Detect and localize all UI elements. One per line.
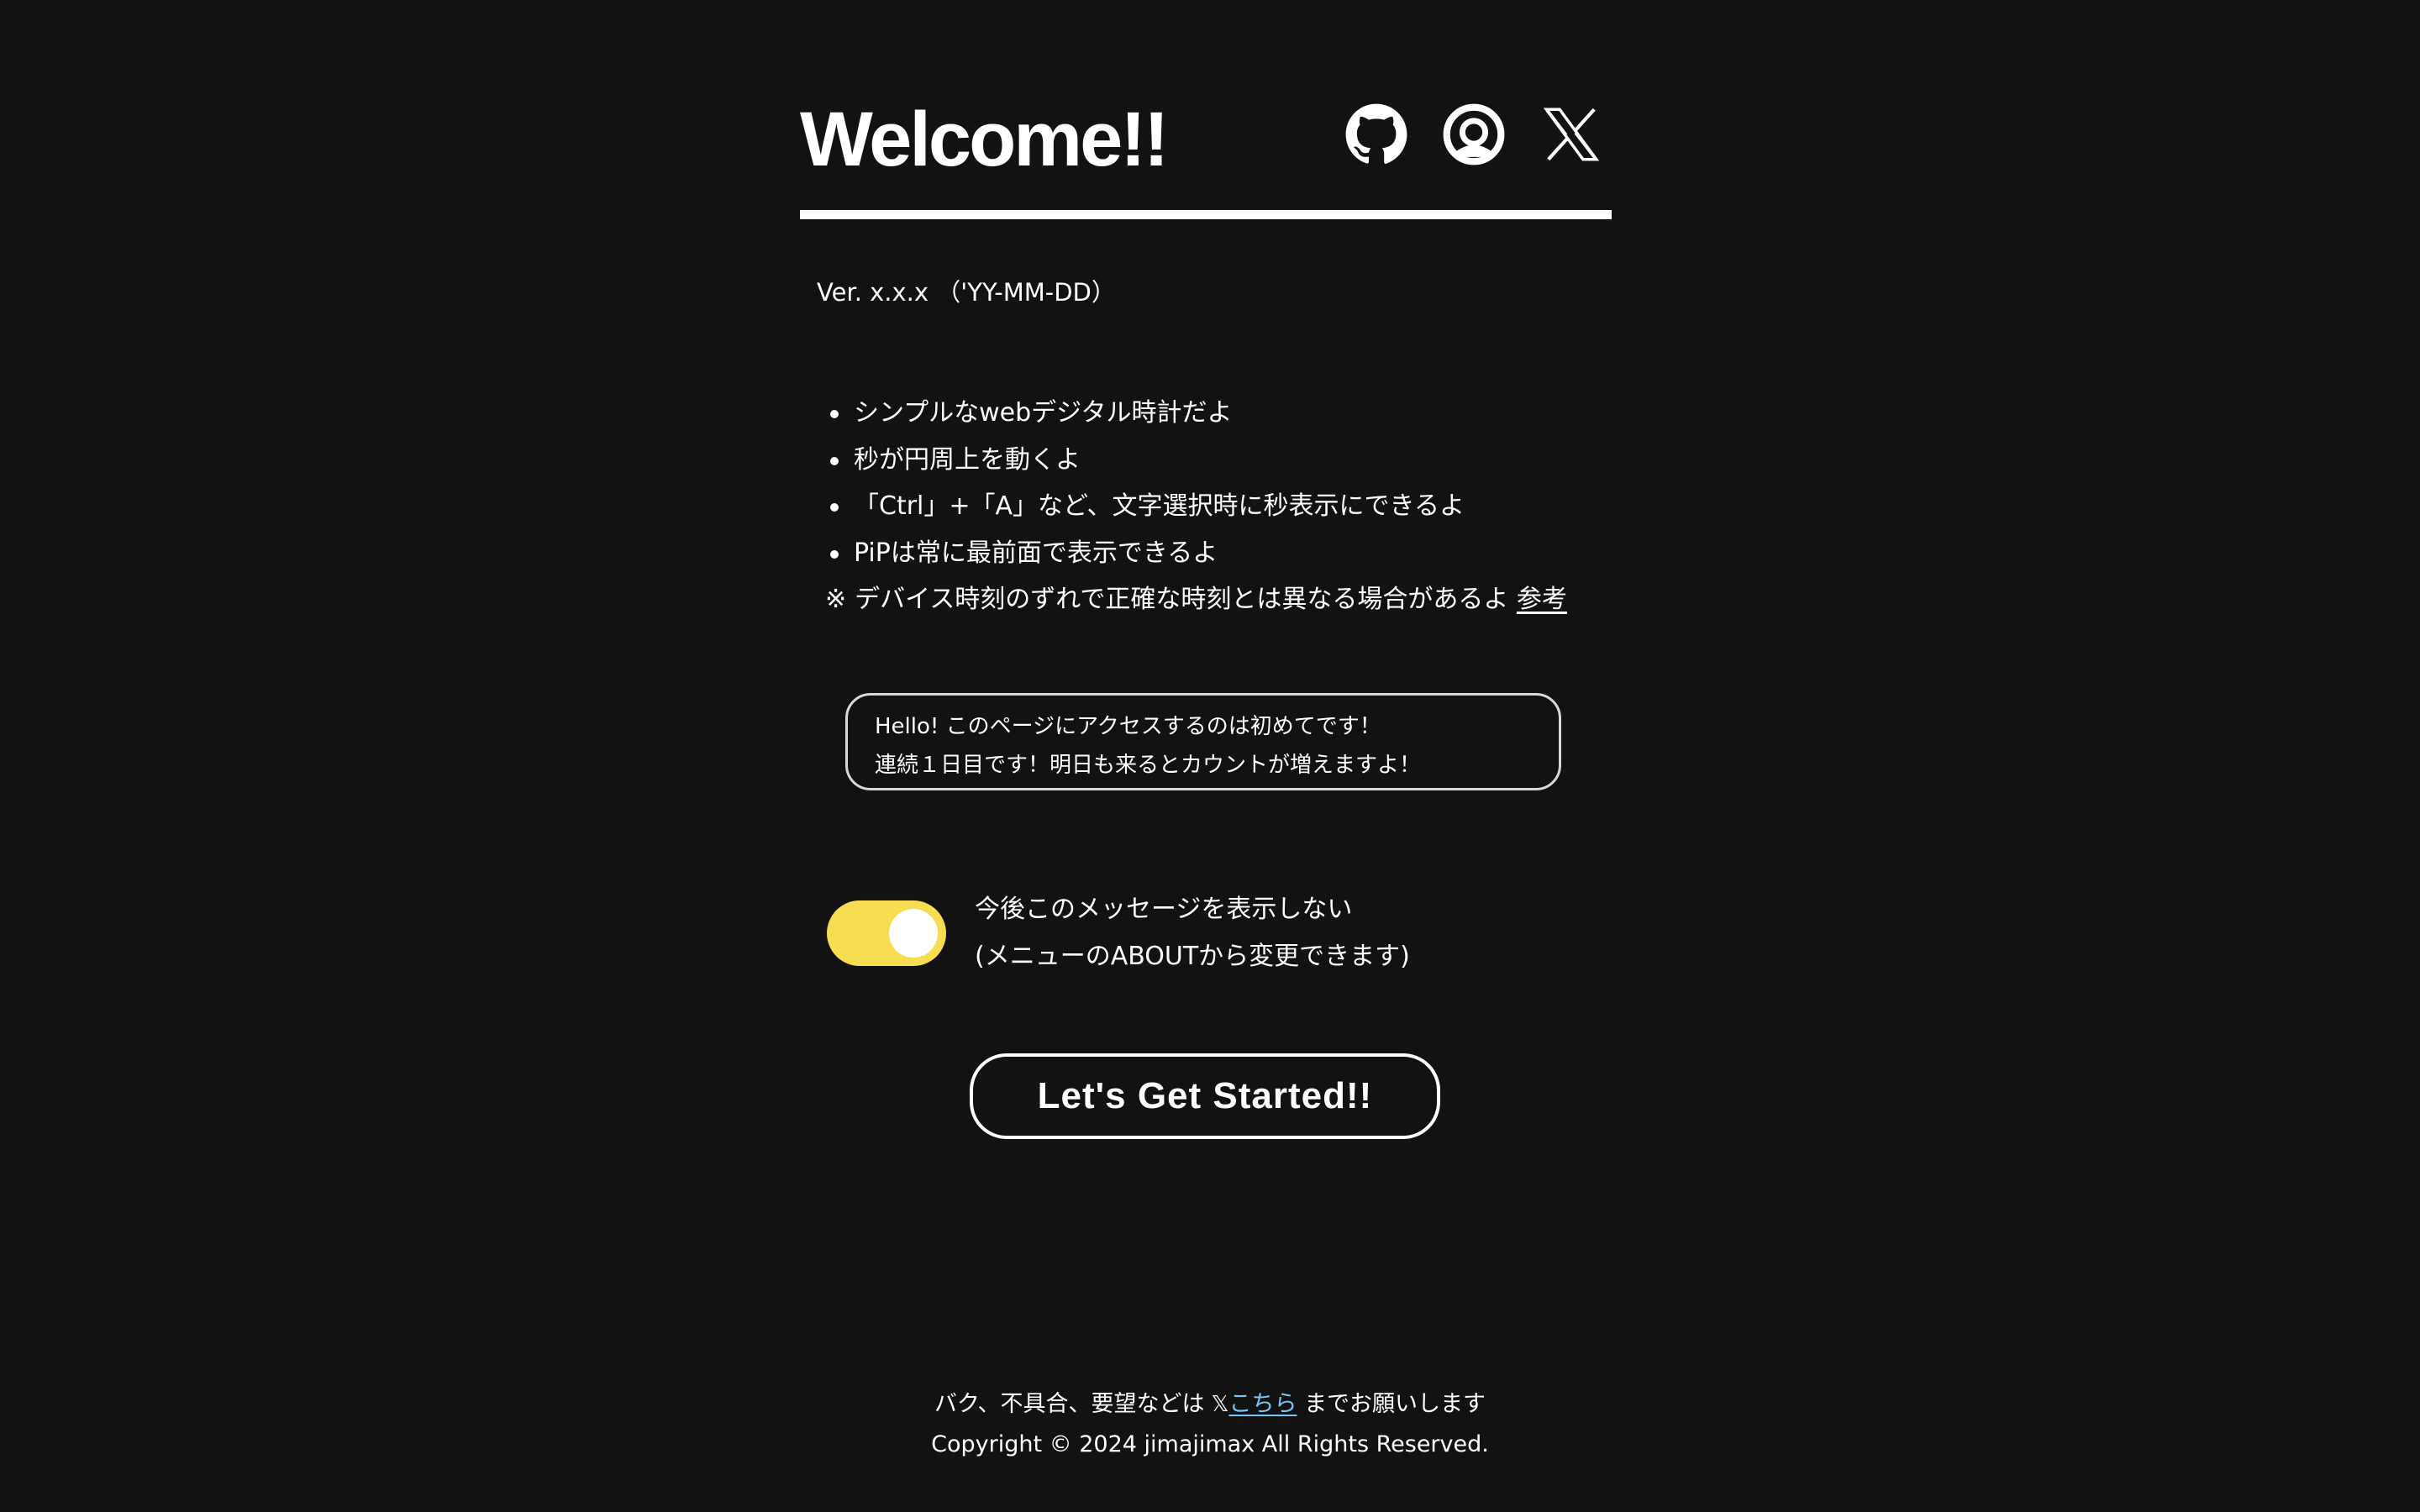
list-item: 秒が円周上を動くよ: [825, 437, 1567, 484]
contact-line: バク、不具合、要望などは 𝕏こちら までお願いします: [0, 1384, 2420, 1425]
github-icon[interactable]: [1344, 102, 1408, 166]
header: Welcome!!: [800, 84, 1612, 220]
list-item: PiPは常に最前面で表示できるよ: [825, 530, 1567, 577]
contact-suffix: までお願いします: [1304, 1391, 1486, 1417]
reference-link[interactable]: 参考: [1517, 585, 1567, 614]
greeting-line-2: 連続１日目です！明日も来るとカウントが増えますよ！: [875, 753, 1422, 778]
x-icon[interactable]: [1539, 102, 1603, 166]
version-text: Ver. x.x.x （'YY-MM-DD）: [817, 278, 1116, 307]
header-divider: [800, 210, 1612, 219]
toggle-knob: [889, 909, 938, 958]
hide-message-toggle[interactable]: [827, 900, 946, 966]
greeting-line-1: Hello! このページにアクセスするのは初めてです！: [875, 714, 1381, 739]
greeting-message: Hello! このページにアクセスするのは初めてです！ 連続１日目です！明日も来…: [845, 693, 1561, 790]
contact-prefix: バク、不具合、要望などは: [934, 1391, 1205, 1417]
toggle-label-line-1: 今後このメッセージを表示しない: [975, 895, 1353, 924]
toggle-label-line-2: (メニューのABOUTから変更できます): [975, 942, 1410, 971]
copyright: Copyright © 2024 jimajimax All Rights Re…: [931, 1431, 1489, 1457]
welcome-page: Welcome!! Ver. x.x.x （'YY-MM-DD） シンプルなwe…: [0, 0, 2420, 1512]
social-links: [1344, 102, 1603, 166]
get-started-button[interactable]: Let's Get Started!!: [970, 1053, 1440, 1139]
x-logo-text: 𝕏: [1211, 1392, 1229, 1417]
list-item: シンプルなwebデジタル時計だよ: [825, 390, 1567, 437]
feature-list: シンプルなwebデジタル時計だよ 秒が円周上を動くよ 「Ctrl」+「A」など、…: [825, 390, 1567, 623]
hide-message-option: 今後このメッセージを表示しない (メニューのABOUTから変更できます): [827, 886, 1410, 980]
misskey-icon[interactable]: [1442, 102, 1506, 166]
note-mark: ※: [825, 585, 847, 614]
list-item: 「Ctrl」+「A」など、文字選択時に秒表示にできるよ: [825, 483, 1567, 530]
page-title: Welcome!!: [800, 97, 1170, 182]
contact-link[interactable]: こちら: [1228, 1391, 1297, 1417]
toggle-label: 今後このメッセージを表示しない (メニューのABOUTから変更できます): [975, 886, 1410, 980]
note-text: デバイス時刻のずれで正確な時刻とは異なる場合があるよ: [855, 585, 1509, 614]
footer: バク、不具合、要望などは 𝕏こちら までお願いします Copyright © 20…: [0, 1384, 2420, 1465]
clock-accuracy-note: ※ デバイス時刻のずれで正確な時刻とは異なる場合があるよ 参考: [825, 576, 1567, 623]
